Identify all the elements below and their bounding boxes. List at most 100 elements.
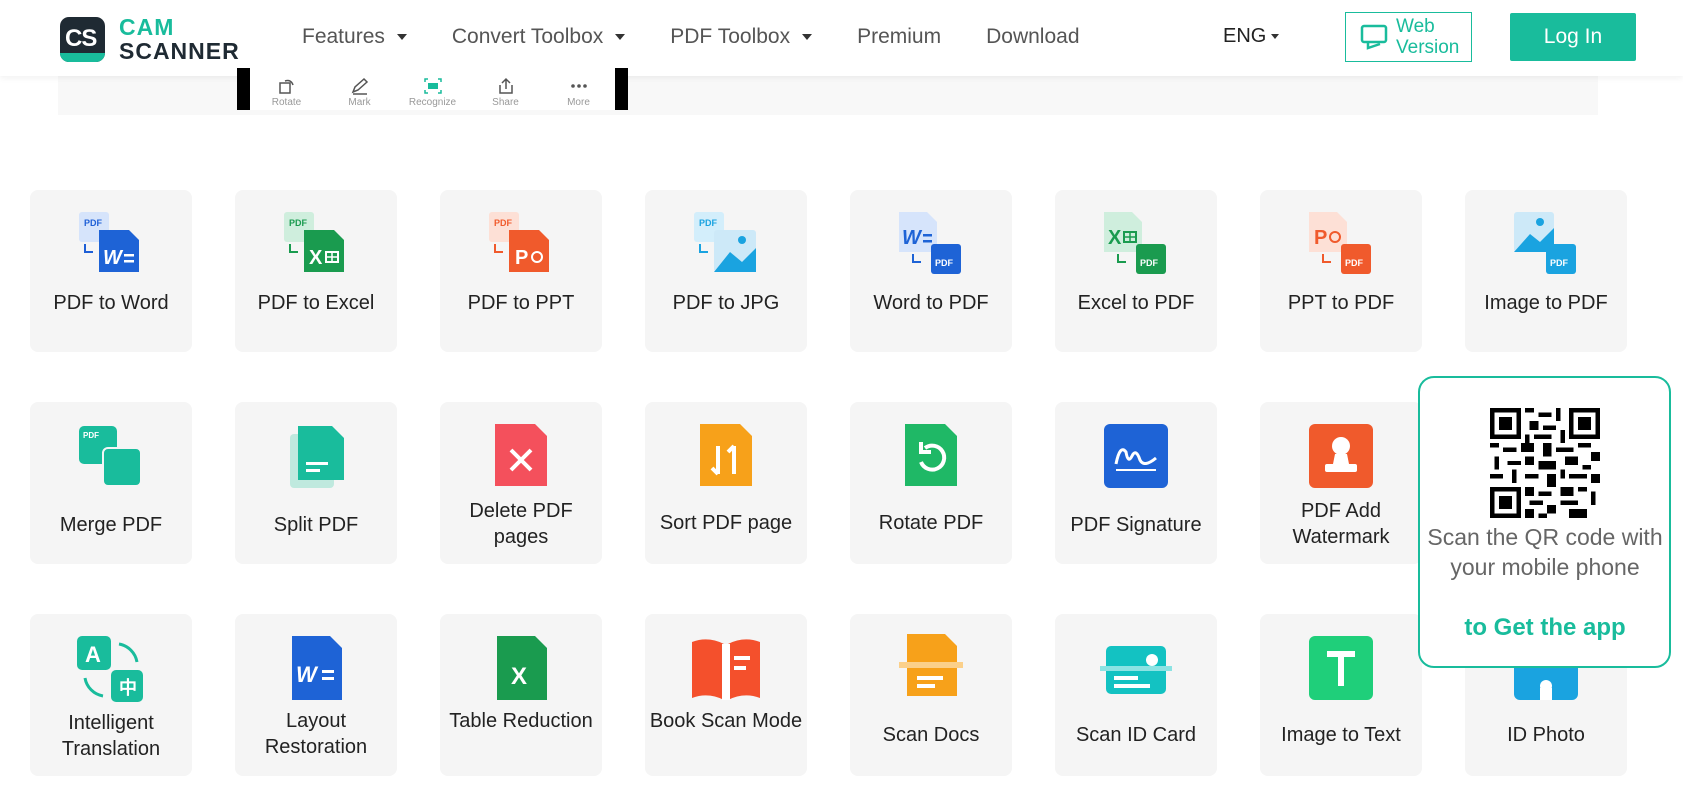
tool-pdf-to-ppt[interactable]: PDF P PDF to PPT — [440, 190, 602, 352]
tool-pdf-to-jpg[interactable]: PDF PDF to JPG — [645, 190, 807, 352]
svg-text:X: X — [1108, 227, 1122, 249]
tool-pdf-signature[interactable]: PDF Signature — [1055, 402, 1217, 564]
language-label: ENG — [1223, 25, 1267, 47]
tool-label: PDF Signature — [1070, 514, 1202, 536]
pen-icon — [351, 77, 368, 95]
logo-line1: CAM — [119, 14, 175, 40]
tool-label: PDF to JPG — [672, 292, 780, 314]
scan-docs-icon — [899, 634, 963, 696]
tool-label: Word to PDF — [873, 292, 989, 314]
tool-book-scan-mode[interactable]: Book Scan Mode — [645, 614, 807, 776]
svg-text:P: P — [1314, 227, 1327, 249]
top-header: CS CAM SCANNER Features Convert Toolbox … — [0, 0, 1683, 76]
tool-label: Intelligent Translation — [61, 712, 161, 760]
svg-text:X: X — [309, 247, 323, 269]
excel-to-pdf-icon: X PDF — [1104, 212, 1166, 274]
tool-layout-restoration[interactable]: W Layout Restoration — [235, 614, 397, 776]
tool-image-to-pdf[interactable]: PDF Image to PDF — [1465, 190, 1627, 352]
svg-text:P: P — [515, 247, 528, 269]
preview-recognize: Recognize — [403, 77, 463, 108]
scan-id-card-icon — [1100, 646, 1172, 694]
tool-rotate-pdf[interactable]: Rotate PDF — [850, 402, 1012, 564]
sort-pages-icon — [700, 424, 752, 486]
rotate-icon — [278, 79, 294, 94]
image-to-pdf-icon: PDF — [1514, 212, 1576, 274]
logo-wordmark: CAM SCANNER — [119, 15, 240, 63]
web-version-button[interactable]: Web Version — [1345, 12, 1472, 62]
tool-pdf-add-watermark[interactable]: PDF Add Watermark — [1260, 402, 1422, 564]
image-to-text-icon — [1309, 636, 1373, 700]
preview-share-label: Share — [492, 97, 519, 108]
web-version-line2: Version — [1396, 37, 1460, 58]
nav-features[interactable]: Features — [302, 25, 407, 49]
ppt-to-pdf-icon: P PDF — [1309, 212, 1371, 274]
svg-text:PDF: PDF — [83, 431, 99, 440]
chevron-down-icon — [802, 34, 813, 40]
svg-text:PDF: PDF — [1140, 258, 1159, 268]
tool-label: PDF to Excel — [257, 292, 375, 314]
tool-label: PPT to PDF — [1287, 292, 1395, 314]
signature-icon — [1104, 424, 1168, 488]
tool-delete-pdf-pages[interactable]: Delete PDF pages — [440, 402, 602, 564]
monitor-icon — [1360, 24, 1388, 50]
preview-recognize-label: Recognize — [408, 97, 457, 108]
camscanner-logo[interactable]: CS CAM SCANNER — [60, 15, 240, 63]
tool-merge-pdf[interactable]: PDF Merge PDF — [30, 402, 192, 564]
tool-sort-pdf-page[interactable]: Sort PDF page — [645, 402, 807, 564]
login-button[interactable]: Log In — [1510, 13, 1636, 61]
preview-share: Share — [476, 77, 536, 108]
preview-more-label: More — [567, 97, 590, 108]
preview-rotate-label: Rotate — [271, 97, 302, 108]
qr-instruction-text: Scan the QR code with your mobile phone — [1427, 524, 1663, 580]
pdf-to-jpg-icon: PDF — [694, 212, 756, 272]
delete-pages-icon — [495, 424, 547, 486]
nav-premium[interactable]: Premium — [857, 25, 941, 49]
table-reduction-icon: X — [497, 636, 547, 700]
tool-label: Delete PDF pages — [469, 500, 573, 548]
nav-convert-toolbox[interactable]: Convert Toolbox — [451, 25, 626, 49]
tool-split-pdf[interactable]: Split PDF — [235, 402, 397, 564]
tool-pdf-to-excel[interactable]: PDF X PDF to Excel — [235, 190, 397, 352]
tool-word-to-pdf[interactable]: W PDF Word to PDF — [850, 190, 1012, 352]
tool-scan-id-card[interactable]: Scan ID Card — [1055, 614, 1217, 776]
preview-mark-label: Mark — [348, 97, 371, 108]
web-version-line1: Web — [1396, 16, 1435, 37]
logo-badge-text: CS — [65, 24, 97, 52]
more-icon — [570, 84, 587, 88]
chevron-down-icon — [396, 34, 407, 40]
pdf-to-excel-icon: PDF X — [284, 212, 344, 272]
pdf-to-word-icon: PDF W — [79, 212, 139, 272]
get-app-link[interactable]: to Get the app — [1420, 614, 1670, 642]
layout-restoration-icon: W — [292, 636, 342, 700]
tool-label: Image to PDF — [1484, 292, 1608, 314]
nav-download[interactable]: Download — [986, 25, 1079, 49]
tool-label: Scan ID Card — [1075, 724, 1197, 746]
tool-scan-docs[interactable]: Scan Docs — [850, 614, 1012, 776]
rotate-pdf-icon — [905, 424, 957, 486]
tool-excel-to-pdf[interactable]: X PDF Excel to PDF — [1055, 190, 1217, 352]
tool-pdf-to-word[interactable]: PDF W PDF to Word — [30, 190, 192, 352]
tool-label: Rotate PDF — [878, 512, 984, 534]
tool-label: Excel to PDF — [1077, 292, 1195, 314]
tool-ppt-to-pdf[interactable]: P PDF PPT to PDF — [1260, 190, 1422, 352]
nav-convert-toolbox-label: Convert Toolbox — [451, 25, 604, 48]
tool-table-reduction[interactable]: X Table Reduction — [440, 614, 602, 776]
tool-label: Table Reduction — [449, 710, 593, 732]
tool-image-to-text[interactable]: Image to Text — [1260, 614, 1422, 776]
svg-text:W: W — [902, 227, 923, 249]
web-version-label: Web Version — [1396, 16, 1459, 58]
nav-pdf-toolbox[interactable]: PDF Toolbox — [670, 25, 813, 49]
tool-label: Merge PDF — [59, 514, 163, 536]
svg-text:中: 中 — [119, 677, 137, 699]
tool-intelligent-translation[interactable]: A 中 Intelligent Translation — [30, 614, 192, 776]
chevron-down-icon — [1271, 34, 1280, 39]
tool-label: Scan Docs — [882, 724, 980, 746]
merge-pdf-icon: PDF — [79, 426, 142, 487]
preview-mark: Mark — [330, 77, 390, 108]
qr-code-icon — [1490, 408, 1600, 518]
language-selector[interactable]: ENG — [1223, 25, 1280, 48]
tool-label: Layout Restoration — [264, 710, 368, 758]
tool-label: Sort PDF page — [659, 512, 793, 534]
chevron-down-icon — [615, 34, 626, 40]
preview-toolbar: Rotate Mark Recognize Share More — [237, 68, 628, 110]
